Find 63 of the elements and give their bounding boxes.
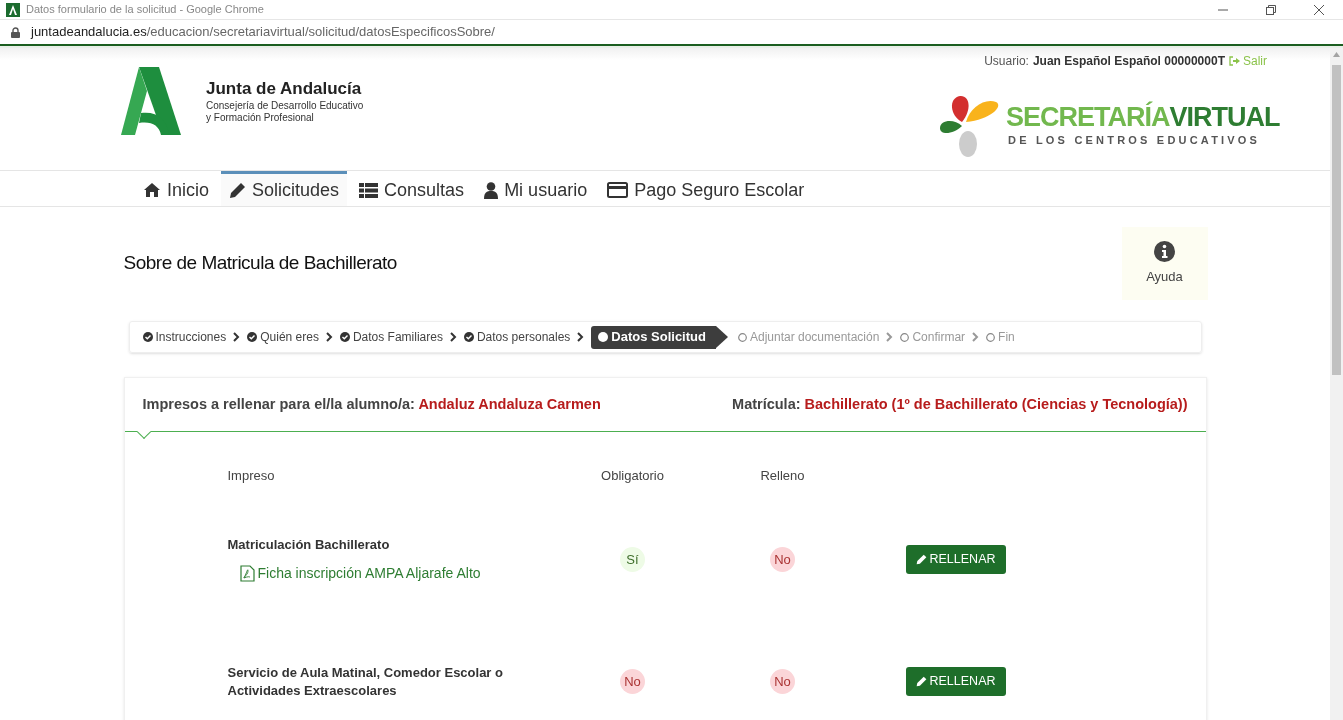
- brand-name: VIRTUAL: [1169, 101, 1280, 132]
- nav-tab[interactable]: Consultas: [351, 171, 473, 206]
- status-badge: Sí: [620, 547, 645, 572]
- list-icon: [359, 182, 379, 198]
- page-title: Sobre de Matricula de Bachillerato: [123, 251, 397, 275]
- column-header: Obligatorio: [600, 467, 665, 485]
- close-icon[interactable]: [1313, 3, 1325, 16]
- nav-tab[interactable]: Solicitudes: [221, 171, 348, 206]
- enrolment-info: Matrícula: Bachillerato (1º de Bachillerato (Ciencias y Tecnología)): [732, 394, 1188, 414]
- user-name: Juan Español Español 00000000T: [1032, 53, 1225, 70]
- circle-icon: [598, 332, 609, 342]
- fill-in-button[interactable]: RELLENAR: [905, 667, 1006, 696]
- logout-icon: [1229, 56, 1240, 66]
- status-badge: No: [770, 547, 795, 572]
- status-badge: No: [770, 669, 795, 694]
- credit-card-icon: [607, 182, 629, 198]
- scrollbar[interactable]: [1330, 48, 1343, 720]
- form-title: Servicio de Aula Matinal, Comedor Escolar o Actividades Extraescolares: [227, 663, 504, 700]
- chevron-icon: [325, 332, 333, 342]
- brand-name: SECRETARÍA: [1006, 101, 1170, 132]
- check-circle-icon: [142, 332, 153, 342]
- pdf-file-icon: [239, 564, 255, 582]
- check-circle-icon: [463, 332, 474, 342]
- user-icon: [484, 181, 499, 199]
- info-icon: [1154, 240, 1175, 262]
- user-label: Usuario:: [984, 53, 1029, 70]
- column-header: Relleno: [759, 467, 806, 485]
- chevron-icon: [233, 332, 241, 342]
- restore-icon[interactable]: [1265, 3, 1277, 16]
- chevron-icon: [972, 332, 980, 342]
- nav-tab[interactable]: Mi usuario: [476, 171, 596, 206]
- status-badge: No: [620, 669, 645, 694]
- circle-icon: [900, 332, 910, 342]
- home-icon: [143, 182, 161, 198]
- chevron-icon: [886, 332, 894, 342]
- step-item[interactable]: Instrucciones: [142, 328, 227, 346]
- step-item[interactable]: Datos personales: [463, 328, 571, 346]
- form-title: Matriculación Bachillerato: [227, 535, 391, 554]
- circle-icon: [986, 332, 996, 342]
- org-department: Consejería de Desarrollo Educativo y Formación Profesional: [206, 100, 364, 124]
- circle-icon: [737, 332, 747, 342]
- scroll-up-icon[interactable]: [1333, 52, 1340, 57]
- chevron-icon: [449, 332, 457, 342]
- nav-tab[interactable]: Pago Seguro Escolar: [599, 171, 813, 206]
- check-circle-icon: [339, 332, 350, 342]
- nav-tab[interactable]: Inicio: [135, 171, 218, 206]
- pencil-icon: [915, 676, 927, 687]
- window-title: Datos formulario de la solicitud - Google Chrome: [26, 2, 264, 18]
- step-item[interactable]: Datos Familiares: [339, 328, 443, 346]
- help-button[interactable]: Ayuda: [1121, 227, 1208, 300]
- step-item[interactable]: Quién eres: [247, 328, 319, 346]
- pencil-icon: [915, 554, 927, 565]
- lock-icon: [11, 26, 20, 38]
- chevron-icon: [577, 332, 585, 342]
- student-info: Impresos a rellenar para el/la alumno/a: Andaluz Andaluza Carmen: [142, 394, 601, 414]
- check-circle-icon: [247, 332, 258, 342]
- column-header: Impreso: [227, 467, 276, 485]
- attachment-link[interactable]: Ficha inscripción AMPA Aljarafe Alto: [239, 562, 538, 584]
- brand-subtitle: DE LOS CENTROS EDUCATIVOS: [1008, 132, 1262, 148]
- url-text: juntadeandalucia.es/educacion/secretariavirtual/solicitud/datosEspecificosSobre/: [31, 23, 495, 42]
- org-name: Junta de Andalucía: [206, 78, 363, 100]
- pencil-icon: [229, 181, 247, 199]
- fill-in-button[interactable]: RELLENAR: [905, 545, 1006, 574]
